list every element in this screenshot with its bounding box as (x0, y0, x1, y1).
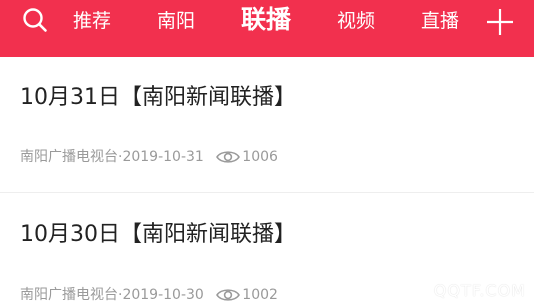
search-icon[interactable] (22, 7, 48, 33)
top-nav-bar: 推荐 南阳 联播 视频 直播 (0, 0, 534, 57)
article-title[interactable]: 10月30日【南阳新闻联播】 (20, 220, 296, 250)
article-date: 2019-10-30 (122, 287, 204, 303)
list-item[interactable]: 10月31日【南阳新闻联播】 南阳广播电视台·2019-10-31 1006 (0, 57, 534, 192)
watermark: QQTF.COM (433, 281, 526, 300)
article-source: 南阳广播电视台 (20, 287, 118, 303)
article-title[interactable]: 10月31日【南阳新闻联播】 (20, 83, 296, 113)
tab-nanyang[interactable]: 南阳 (157, 8, 195, 34)
tab-video[interactable]: 视频 (337, 8, 375, 34)
view-count: 1006 (242, 149, 278, 165)
eye-icon (216, 289, 241, 301)
article-meta: 南阳广播电视台·2019-10-30 1002 (20, 285, 278, 305)
tab-recommend[interactable]: 推荐 (73, 8, 111, 34)
article-date: 2019-10-31 (122, 149, 204, 165)
article-source: 南阳广播电视台 (20, 149, 118, 165)
tab-live[interactable]: 直播 (421, 8, 459, 34)
plus-icon[interactable] (485, 7, 515, 37)
eye-icon (216, 151, 241, 163)
view-count: 1002 (242, 287, 278, 303)
tab-broadcast[interactable]: 联播 (241, 5, 291, 35)
article-meta: 南阳广播电视台·2019-10-31 1006 (20, 147, 278, 167)
